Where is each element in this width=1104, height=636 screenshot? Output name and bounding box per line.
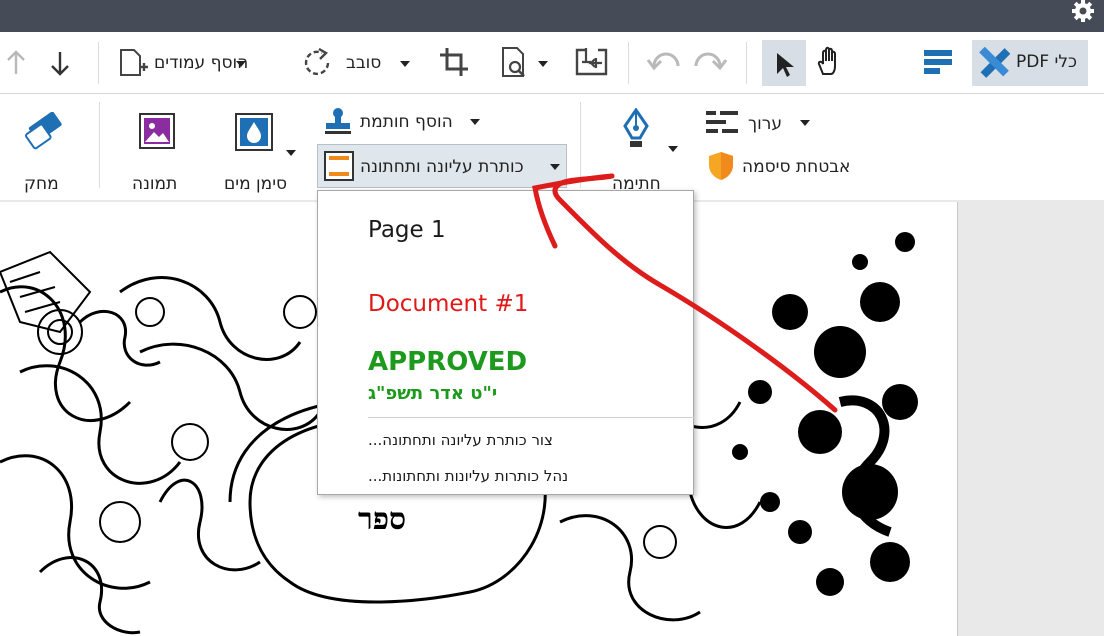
chevron-down-icon bbox=[286, 150, 296, 156]
edit-label: ערוך bbox=[748, 114, 782, 134]
undo-icon[interactable] bbox=[646, 48, 682, 80]
add-pages-button[interactable]: הוסף עמודים bbox=[114, 42, 256, 84]
add-page-icon bbox=[118, 48, 150, 82]
chevron-down-icon bbox=[400, 61, 410, 67]
watermark-icon bbox=[234, 112, 274, 156]
find-in-document-button[interactable] bbox=[498, 44, 554, 84]
redo-icon[interactable] bbox=[692, 48, 728, 80]
chevron-down-icon bbox=[668, 146, 678, 152]
separator bbox=[98, 42, 99, 84]
watermark-label: סימן מים bbox=[224, 174, 288, 194]
rotate-label: סובב bbox=[346, 53, 382, 73]
edit-text-icon bbox=[704, 108, 740, 142]
eraser-icon bbox=[22, 111, 64, 154]
document-text-sefer: ספר bbox=[358, 502, 407, 537]
add-stamp-button[interactable]: הוסף חותמת bbox=[320, 104, 490, 140]
hand-tool-icon[interactable] bbox=[814, 46, 846, 82]
separator bbox=[628, 42, 629, 84]
arrow-up-icon[interactable] bbox=[4, 48, 28, 78]
chevron-down-icon bbox=[538, 61, 548, 67]
menu-item-label: Page 1 bbox=[368, 217, 446, 243]
password-security-label: אבטחת סיסמה bbox=[742, 157, 851, 177]
menu-divider bbox=[368, 417, 694, 418]
menu-item-sublabel: י"ט אדר תשפ"ג bbox=[368, 383, 498, 404]
extract-page-icon[interactable] bbox=[574, 46, 610, 82]
header-footer-icon bbox=[324, 151, 354, 185]
header-footer-button[interactable]: כותרת עליונה ותחתונה bbox=[317, 144, 567, 188]
separator bbox=[746, 42, 747, 84]
crop-icon[interactable] bbox=[438, 46, 470, 82]
rotate-icon bbox=[302, 47, 334, 82]
cursor-arrow-icon bbox=[774, 52, 796, 82]
chevron-down-icon bbox=[550, 164, 560, 170]
signature-button[interactable]: חתימה bbox=[604, 107, 686, 194]
chevron-down-icon bbox=[800, 120, 810, 126]
pencil-ruler-icon bbox=[978, 46, 1011, 83]
pen-nib-icon bbox=[620, 107, 652, 154]
add-pages-label: הוסף עמודים bbox=[154, 53, 249, 73]
arrow-down-icon[interactable] bbox=[48, 48, 72, 78]
menu-item-label: Document #1 bbox=[368, 291, 529, 317]
password-security-button[interactable]: אבטחת סיסמה bbox=[704, 148, 864, 184]
image-label: תמונה bbox=[132, 174, 178, 194]
menu-item-document-1[interactable]: Document #1 bbox=[318, 275, 693, 333]
header-footer-dropdown-menu: Page 1 Document #1 APPROVED י"ט אדר תשפ"… bbox=[317, 190, 694, 495]
stamp-icon bbox=[322, 106, 354, 140]
separator bbox=[580, 102, 581, 188]
chevron-down-icon bbox=[236, 61, 246, 67]
edit-button[interactable]: ערוך bbox=[702, 106, 812, 140]
header-footer-label: כותרת עליונה ותחתונה bbox=[360, 157, 524, 177]
title-bar bbox=[0, 0, 1104, 32]
select-tool-button[interactable] bbox=[762, 40, 806, 86]
image-button[interactable]: תמונה bbox=[126, 108, 190, 194]
eraser-button[interactable]: מחק bbox=[16, 108, 72, 194]
menu-item-create-header-footer[interactable]: צור כותרת עליונה ותחתונה... bbox=[318, 425, 693, 457]
chevron-down-icon bbox=[470, 119, 480, 125]
image-icon bbox=[138, 112, 176, 154]
top-toolbar: הוסף עמודים סובב כלי PDF bbox=[0, 32, 1104, 94]
document-search-icon bbox=[500, 46, 532, 84]
separator bbox=[99, 102, 100, 188]
rotate-button[interactable]: סובב bbox=[300, 42, 416, 84]
shield-icon bbox=[706, 150, 736, 186]
pdf-tools-tab[interactable]: כלי PDF bbox=[972, 40, 1088, 86]
menu-item-manage-header-footer[interactable]: נהל כותרות עליונות ותחתונות... bbox=[318, 461, 693, 493]
menu-item-label: נהל כותרות עליונות ותחתונות... bbox=[368, 467, 569, 485]
menu-item-label: צור כותרת עליונה ותחתונה... bbox=[368, 431, 553, 449]
tools-ribbon: מחק תמונה סימן מים הוסף חותמת כותרת עליו… bbox=[0, 94, 1104, 200]
gear-icon[interactable] bbox=[1068, 0, 1098, 26]
add-stamp-label: הוסף חותמת bbox=[360, 112, 453, 132]
eraser-label: מחק bbox=[24, 174, 59, 194]
form-fields-icon[interactable] bbox=[922, 46, 954, 82]
menu-item-page-1[interactable]: Page 1 bbox=[318, 201, 693, 259]
menu-item-label: APPROVED bbox=[368, 347, 528, 377]
menu-item-approved[interactable]: APPROVED י"ט אדר תשפ"ג bbox=[318, 343, 693, 411]
watermark-button[interactable]: סימן מים bbox=[222, 108, 300, 194]
pdf-tools-label: כלי PDF bbox=[1016, 52, 1077, 72]
